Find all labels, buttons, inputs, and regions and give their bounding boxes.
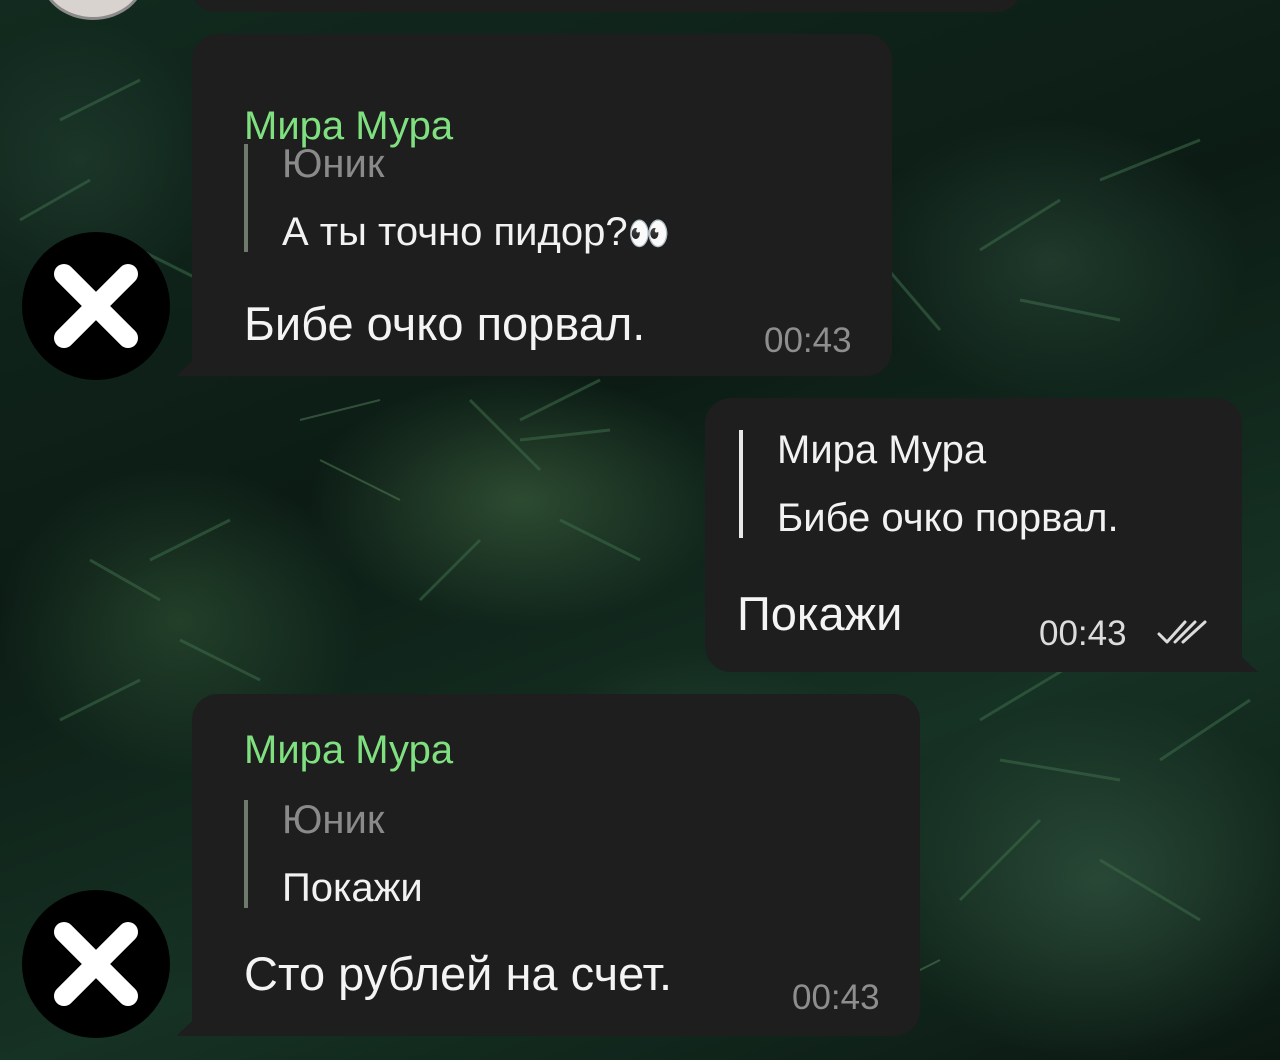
message-text: Сто рублей на счет. xyxy=(244,947,673,1000)
message-text: Покажи xyxy=(737,587,903,640)
message-time: 00:43 xyxy=(1039,614,1127,653)
reply-author: Юник xyxy=(282,798,385,842)
sender-name[interactable]: Мира Мура xyxy=(244,730,453,770)
avatar[interactable] xyxy=(22,232,170,380)
x-mark-icon xyxy=(54,264,138,348)
reply-quote[interactable]: Юник Покажи xyxy=(244,800,423,908)
message-time: 00:43 xyxy=(764,321,852,360)
message-bubble[interactable]: Мира Мура Юник А ты точно пидор?👀 Бибе о… xyxy=(176,34,892,376)
reply-text: А ты точно пидор?👀 xyxy=(282,210,670,254)
reply-text: Бибе очко порвал. xyxy=(777,496,1119,540)
message-bubble[interactable]: Мира Мура Бибе очко порвал. Покажи 00:43 xyxy=(705,398,1258,672)
reply-author: Юник xyxy=(282,142,385,186)
eyes-emoji: 👀 xyxy=(627,215,670,253)
x-mark-icon xyxy=(54,922,138,1006)
previous-message-bubble[interactable] xyxy=(190,0,1022,12)
reply-quote[interactable]: Юник А ты точно пидор?👀 xyxy=(244,144,670,252)
reply-quote[interactable]: Мира Мура Бибе очко порвал. xyxy=(739,430,1119,538)
message-text: Бибе очко порвал. xyxy=(244,297,646,350)
double-check-icon xyxy=(1157,620,1207,644)
reply-author: Мира Мура xyxy=(777,428,987,472)
reply-text: Покажи xyxy=(282,866,423,910)
sender-name[interactable]: Мира Мура xyxy=(244,106,453,146)
message-time: 00:43 xyxy=(792,978,880,1017)
avatar[interactable] xyxy=(22,890,170,1038)
message-bubble[interactable]: Мира Мура Юник Покажи Сто рублей на счет… xyxy=(176,694,920,1036)
